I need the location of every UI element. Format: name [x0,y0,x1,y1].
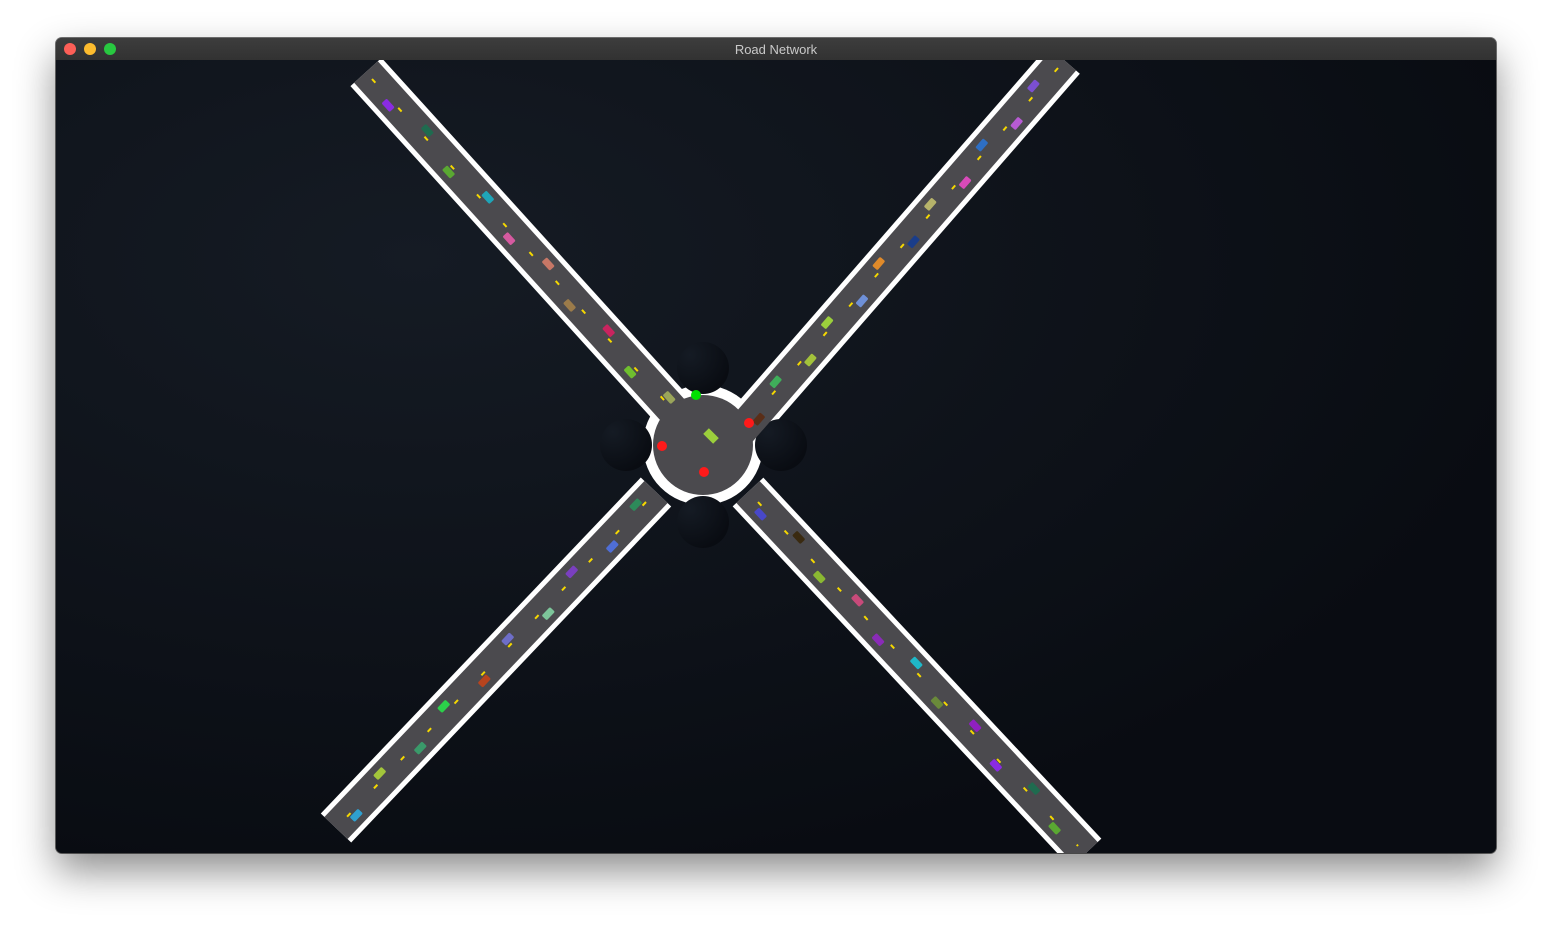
road-network-view[interactable] [56,60,1496,853]
signal-light-north[interactable] [691,390,701,400]
signal-light-west[interactable] [657,441,667,451]
window-title: Road Network [734,42,818,57]
signal-light-south[interactable] [699,467,709,477]
road-network-canvas[interactable] [56,60,1496,853]
title-bar: Road Network [56,38,1496,61]
signal-light-east[interactable] [744,418,754,428]
app-window: Road Network [56,38,1496,853]
intersection-fill [674,420,734,472]
